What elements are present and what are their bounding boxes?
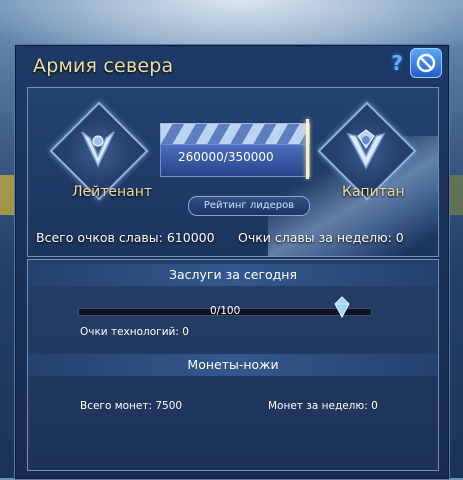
rank-progress-text: 260000/350000: [178, 150, 274, 164]
current-rank-label: Лейтенант: [72, 184, 153, 200]
total-glory: Всего очков славы: 610000: [36, 230, 215, 245]
merits-header: Заслуги за сегодня: [28, 264, 438, 286]
crystal-gem-icon: [334, 296, 350, 319]
army-window: Армия севера ? Лейтенант Капитан 260000/…: [14, 44, 450, 480]
close-button[interactable]: [410, 48, 442, 78]
close-icon: [416, 53, 436, 73]
coins-header: Монеты-ножи: [28, 354, 438, 376]
week-glory: Очки славы за неделю: 0: [238, 230, 404, 245]
lieutenant-emblem-icon: [81, 131, 115, 168]
merits-progress-text: 0/100: [210, 305, 241, 317]
rank-progress-bar: 260000/350000: [160, 119, 310, 179]
leaders-rating-button[interactable]: Рейтинг лидеров: [188, 196, 310, 216]
help-icon[interactable]: ?: [386, 51, 408, 75]
window-title: Армия севера: [33, 55, 174, 77]
progress-marker: [306, 119, 309, 179]
tech-points: Очки технологий: 0: [80, 326, 189, 338]
total-coins: Всего монет: 7500: [80, 400, 183, 412]
week-coins: Монет за неделю: 0: [268, 400, 378, 412]
merits-panel: Заслуги за сегодня 0/100 Очки технологий…: [27, 259, 439, 471]
rank-panel: Лейтенант Капитан 260000/350000 Рейтинг …: [27, 87, 439, 257]
next-rank-label: Капитан: [342, 184, 405, 200]
captain-emblem-icon: [346, 129, 386, 170]
